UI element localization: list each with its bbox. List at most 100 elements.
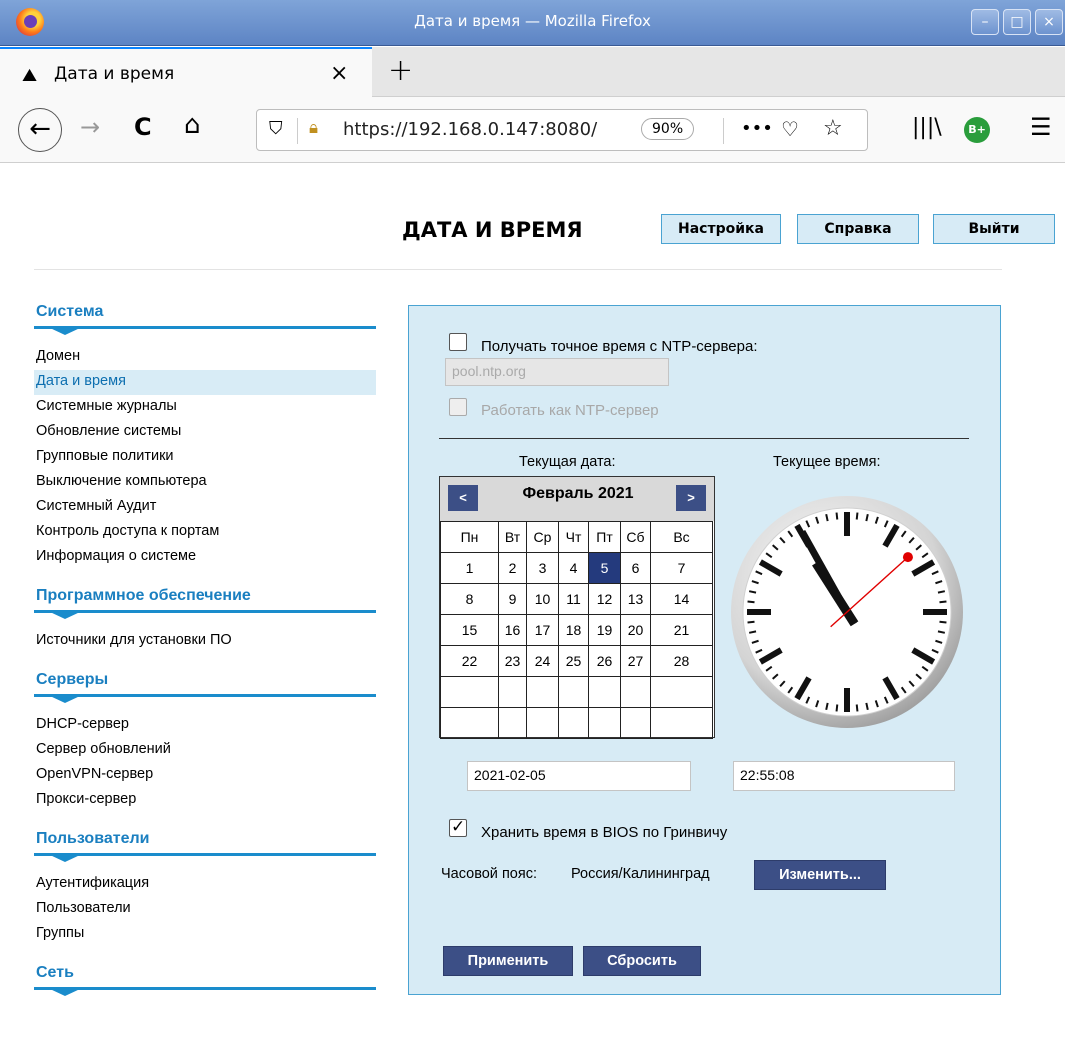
close-window-icon[interactable]: × <box>1035 9 1063 35</box>
sidebar-item-proxy[interactable]: Прокси-сервер <box>34 788 376 813</box>
calendar-day[interactable]: 17 <box>526 614 559 646</box>
sidebar-item-users[interactable]: Пользователи <box>34 897 376 922</box>
sidebar-item-shutdown[interactable]: Выключение компьютера <box>34 470 376 495</box>
calendar-day[interactable]: 16 <box>498 614 527 646</box>
prev-month-button[interactable]: < <box>448 485 478 511</box>
sidebar-item-system-info[interactable]: Информация о системе <box>34 545 376 570</box>
sidebar-item-system-logs[interactable]: Системные журналы <box>34 395 376 420</box>
timezone-value: Россия/Калининград <box>571 866 710 882</box>
date-input[interactable]: 2021-02-05 <box>467 761 691 791</box>
forward-icon[interactable]: → <box>80 113 100 141</box>
library-icon[interactable]: |||\ <box>912 115 942 140</box>
page-content: ДАТА И ВРЕМЯ Настройка Справка Выйти Сис… <box>0 164 1065 1041</box>
calendar-day[interactable]: 21 <box>650 614 713 646</box>
calendar-day[interactable]: 3 <box>526 552 559 584</box>
current-date-label: Текущая дата: <box>519 454 616 470</box>
calendar-day[interactable]: 20 <box>620 614 651 646</box>
pocket-icon[interactable]: ♡ <box>781 117 799 141</box>
calendar-day[interactable]: 26 <box>588 645 621 677</box>
calendar-day[interactable]: 10 <box>526 583 559 615</box>
calendar-day[interactable]: 8 <box>440 583 499 615</box>
settings-button[interactable]: Настройка <box>661 214 781 244</box>
new-tab-button[interactable]: + <box>388 53 413 88</box>
minute-marker <box>937 590 946 594</box>
calendar-day[interactable]: 13 <box>620 583 651 615</box>
calendar-day[interactable]: 18 <box>558 614 589 646</box>
calendar-day[interactable]: 1 <box>440 552 499 584</box>
sidebar-section-software: Программное обеспечение Источники для ус… <box>34 584 376 654</box>
calendar-grid: Пн Вт Ср Чт Пт Сб Вс 1 2 3 4 5 6 7 8 9 10 11 12 13 14 15 16 17 1… <box>440 521 713 739</box>
sidebar-item-group-policies[interactable]: Групповые политики <box>34 445 376 470</box>
tab-date-time[interactable]: ⛰ Дата и время × <box>0 47 372 97</box>
calendar-day[interactable]: 7 <box>650 552 713 584</box>
calendar-day[interactable]: 24 <box>526 645 559 677</box>
calendar-day <box>558 676 589 708</box>
bookmark-star-icon[interactable]: ☆ <box>823 116 843 141</box>
hamburger-menu-icon[interactable]: ☰ <box>1030 113 1052 141</box>
calendar-day[interactable]: 27 <box>620 645 651 677</box>
extension-icon[interactable]: B+ <box>964 117 990 143</box>
section-underline <box>34 326 376 335</box>
bios-utc-checkbox[interactable] <box>449 817 467 837</box>
maximize-icon[interactable]: □ <box>1003 9 1031 35</box>
url-text[interactable]: https://192.168.0.147:8080/ <box>343 119 633 140</box>
calendar-day <box>588 707 621 739</box>
reload-icon[interactable]: C <box>134 113 152 141</box>
time-input[interactable]: 22:55:08 <box>733 761 955 791</box>
calendar-day[interactable]: 22 <box>440 645 499 677</box>
logout-button[interactable]: Выйти <box>933 214 1055 244</box>
calendar-day[interactable]: 15 <box>440 614 499 646</box>
home-icon[interactable]: ⌂ <box>184 110 201 140</box>
sidebar-item-system-update[interactable]: Обновление системы <box>34 420 376 445</box>
insecure-lock-icon[interactable]: 🔒︎ <box>309 118 318 138</box>
window-title: Дата и время — Mozilla Firefox <box>414 12 651 30</box>
current-time-label: Текущее время: <box>773 454 881 470</box>
calendar-day <box>620 676 651 708</box>
sidebar-item-software-sources[interactable]: Источники для установки ПО <box>34 629 376 654</box>
sidebar-item-groups[interactable]: Группы <box>34 922 376 947</box>
page-actions-icon[interactable]: ••• <box>741 118 773 139</box>
zoom-level-badge[interactable]: 90% <box>641 118 695 140</box>
calendar-day[interactable]: 25 <box>558 645 589 677</box>
minimize-icon[interactable]: – <box>971 9 999 35</box>
calendar-day <box>620 707 651 739</box>
back-icon[interactable]: ← <box>18 108 62 152</box>
calendar-day[interactable]: 5 <box>588 552 621 584</box>
sidebar-item-domain[interactable]: Домен <box>34 345 376 370</box>
ntp-server-checkbox[interactable] <box>449 398 467 416</box>
minute-marker <box>939 620 947 624</box>
calendar-day[interactable]: 23 <box>498 645 527 677</box>
sidebar-item-system-audit[interactable]: Системный Аудит <box>34 495 376 520</box>
next-month-button[interactable]: > <box>676 485 706 511</box>
url-bar[interactable]: ⛉ 🔒︎ https://192.168.0.147:8080/ 90% •••… <box>256 109 868 151</box>
calendar-day <box>650 707 713 739</box>
sidebar-section-users: Пользователи Аутентификация Пользователи… <box>34 827 376 947</box>
sidebar-item-openvpn[interactable]: OpenVPN-сервер <box>34 763 376 788</box>
help-button[interactable]: Справка <box>797 214 919 244</box>
ntp-server-input[interactable]: pool.ntp.org <box>445 358 669 386</box>
calendar-day[interactable]: 11 <box>558 583 589 615</box>
calendar-day[interactable]: 12 <box>588 583 621 615</box>
sidebar-item-authentication[interactable]: Аутентификация <box>34 872 376 897</box>
change-timezone-button[interactable]: Изменить... <box>754 860 886 890</box>
page-title: ДАТА И ВРЕМЯ <box>402 218 583 242</box>
calendar-day[interactable]: 4 <box>558 552 589 584</box>
sidebar-item-dhcp[interactable]: DHCP-сервер <box>34 713 376 738</box>
tracking-shield-icon[interactable]: ⛉ <box>269 118 283 139</box>
minute-marker <box>748 590 757 594</box>
calendar-day[interactable]: 14 <box>650 583 713 615</box>
calendar-day[interactable]: 9 <box>498 583 527 615</box>
calendar-day[interactable]: 6 <box>620 552 651 584</box>
apply-button[interactable]: Применить <box>443 946 573 976</box>
sidebar-item-port-access[interactable]: Контроль доступа к портам <box>34 520 376 545</box>
close-tab-icon[interactable]: × <box>330 61 348 86</box>
second-hand-tip <box>902 552 913 563</box>
calendar-header: < Февраль 2021 > <box>440 477 714 521</box>
calendar-day[interactable]: 2 <box>498 552 527 584</box>
sidebar-item-date-time[interactable]: Дата и время <box>34 370 376 395</box>
sidebar-item-update-server[interactable]: Сервер обновлений <box>34 738 376 763</box>
reset-button[interactable]: Сбросить <box>583 946 701 976</box>
ntp-client-checkbox[interactable] <box>449 333 467 351</box>
calendar-day[interactable]: 28 <box>650 645 713 677</box>
calendar-day[interactable]: 19 <box>588 614 621 646</box>
